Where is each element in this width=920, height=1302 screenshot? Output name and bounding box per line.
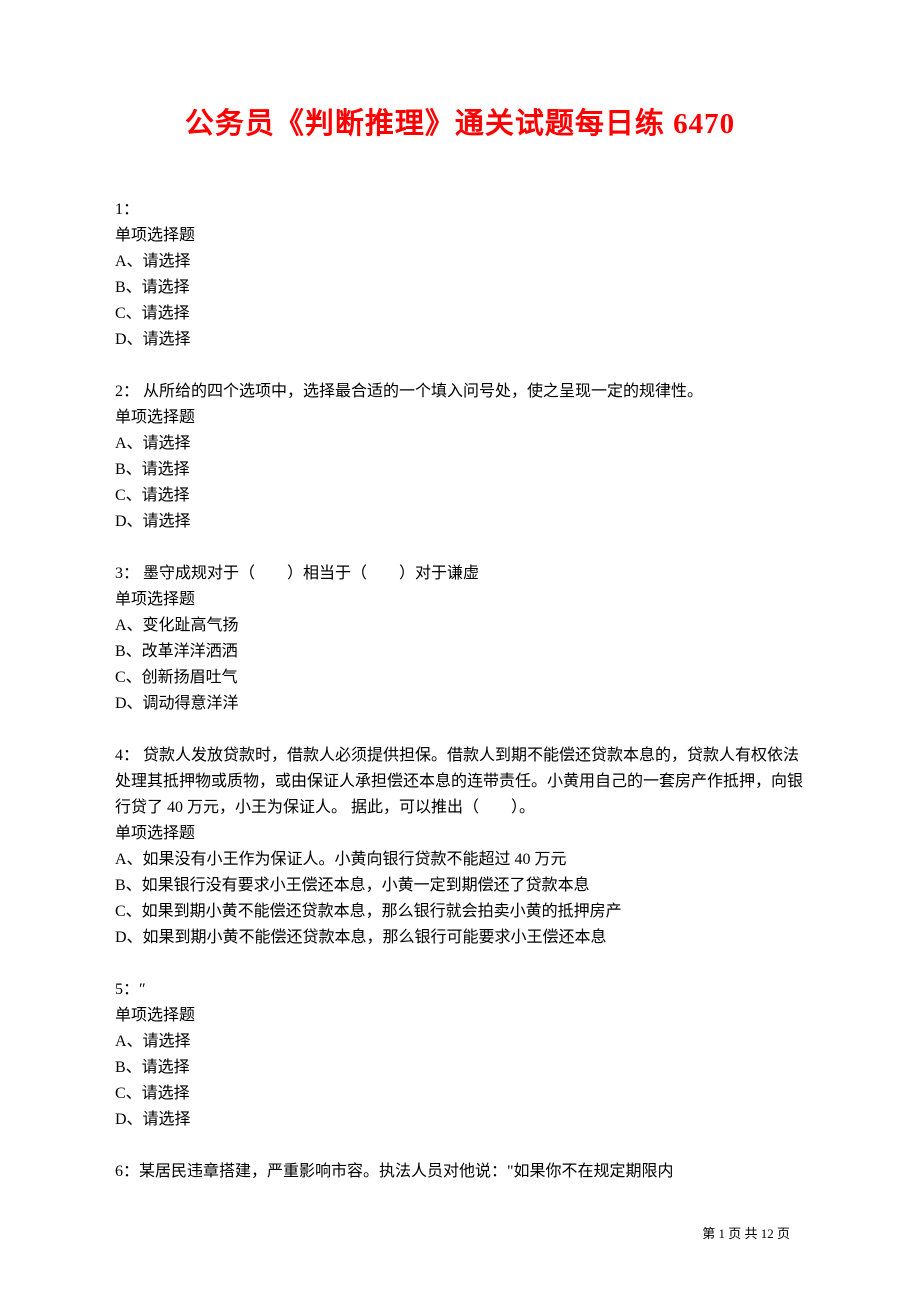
question-option: B、改革洋洋洒洒 [115, 639, 805, 665]
question-number: 1： [115, 197, 805, 223]
question-3: 3： 墨守成规对于（ ）相当于（ ）对于谦虚 单项选择题 A、变化趾高气扬 B、… [115, 561, 805, 717]
question-stem: ″ [139, 981, 146, 998]
question-option: C、请选择 [115, 1081, 805, 1107]
question-number: 5： [115, 981, 139, 998]
question-4: 4： 贷款人发放贷款时，借款人必须提供担保。借款人到期不能偿还贷款本息的，贷款人… [115, 743, 805, 951]
question-type: 单项选择题 [115, 223, 805, 249]
question-option: A、请选择 [115, 1029, 805, 1055]
question-type: 单项选择题 [115, 1003, 805, 1029]
question-option: B、请选择 [115, 1055, 805, 1081]
question-1: 1： 单项选择题 A、请选择 B、请选择 C、请选择 D、请选择 [115, 197, 805, 353]
question-option: C、请选择 [115, 301, 805, 327]
question-type: 单项选择题 [115, 587, 805, 613]
question-option: C、如果到期小黄不能偿还贷款本息，那么银行就会拍卖小黄的抵押房产 [115, 899, 805, 925]
question-stem: 墨守成规对于（ ）相当于（ ）对于谦虚 [139, 565, 479, 582]
question-option: A、请选择 [115, 431, 805, 457]
question-number: 4： [115, 747, 139, 764]
document-page: 公务员《判断推理》通关试题每日练 6470 1： 单项选择题 A、请选择 B、请… [0, 0, 920, 1261]
question-option: D、如果到期小黄不能偿还贷款本息，那么银行可能要求小王偿还本息 [115, 925, 805, 951]
question-option: D、请选择 [115, 1107, 805, 1133]
document-title: 公务员《判断推理》通关试题每日练 6470 [115, 100, 805, 142]
question-type: 单项选择题 [115, 405, 805, 431]
question-option: B、如果银行没有要求小王偿还本息，小黄一定到期偿还了贷款本息 [115, 873, 805, 899]
question-stem: 从所给的四个选项中，选择最合适的一个填入问号处，使之呈现一定的规律性。 [139, 383, 703, 400]
question-option: C、创新扬眉吐气 [115, 665, 805, 691]
question-2: 2： 从所给的四个选项中，选择最合适的一个填入问号处，使之呈现一定的规律性。 单… [115, 379, 805, 535]
question-option: A、请选择 [115, 249, 805, 275]
question-text: 5：″ [115, 981, 146, 998]
question-option: D、请选择 [115, 509, 805, 535]
question-text: 3： 墨守成规对于（ ）相当于（ ）对于谦虚 [115, 565, 479, 582]
question-6: 6：某居民违章搭建，严重影响市容。执法人员对他说："如果你不在规定期限内 [115, 1159, 805, 1185]
question-option: C、请选择 [115, 483, 805, 509]
question-option: B、请选择 [115, 275, 805, 301]
question-5: 5：″ 单项选择题 A、请选择 B、请选择 C、请选择 D、请选择 [115, 977, 805, 1133]
question-option: D、请选择 [115, 327, 805, 353]
question-text: 6：某居民违章搭建，严重影响市容。执法人员对他说："如果你不在规定期限内 [115, 1163, 674, 1180]
question-number: 2： [115, 383, 139, 400]
question-stem: 某居民违章搭建，严重影响市容。执法人员对他说："如果你不在规定期限内 [139, 1163, 674, 1180]
page-footer: 第 1 页 共 12 页 [702, 1223, 790, 1242]
question-type: 单项选择题 [115, 821, 805, 847]
question-option: D、调动得意洋洋 [115, 691, 805, 717]
question-text: 2： 从所给的四个选项中，选择最合适的一个填入问号处，使之呈现一定的规律性。 [115, 383, 703, 400]
question-number: 6： [115, 1163, 139, 1180]
question-stem: 贷款人发放贷款时，借款人必须提供担保。借款人到期不能偿还贷款本息的，贷款人有权依… [115, 747, 803, 816]
question-option: A、变化趾高气扬 [115, 613, 805, 639]
question-number: 3： [115, 565, 139, 582]
question-option: B、请选择 [115, 457, 805, 483]
question-option: A、如果没有小王作为保证人。小黄向银行贷款不能超过 40 万元 [115, 847, 805, 873]
question-text: 4： 贷款人发放贷款时，借款人必须提供担保。借款人到期不能偿还贷款本息的，贷款人… [115, 747, 803, 816]
